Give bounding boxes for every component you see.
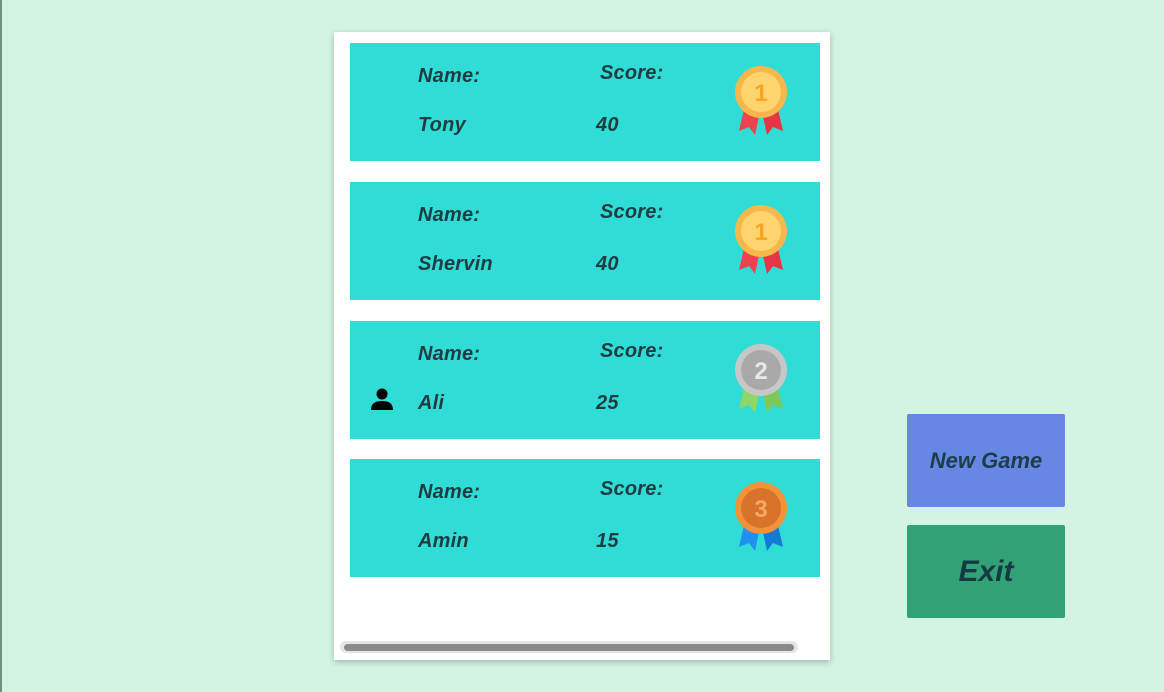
player-name: Shervin (418, 253, 493, 275)
score-label: Score: (600, 478, 664, 500)
leaderboard-entry: Name: Score: Tony 40 1 (350, 43, 820, 161)
player-name: Amin (418, 530, 469, 552)
score-label: Score: (600, 340, 664, 362)
player-name: Tony (418, 114, 466, 136)
svg-text:1: 1 (754, 219, 767, 246)
leaderboard-entry: Name: Score: Ali 25 2 (350, 321, 820, 439)
player-name: Ali (418, 392, 445, 414)
leaderboard-entry: Name: Score: Shervin 40 1 (350, 182, 820, 300)
player-score: 25 (596, 392, 619, 414)
bronze-medal-icon: 3 (735, 482, 787, 551)
leaderboard-entry: Name: Score: Amin 15 3 (350, 459, 820, 577)
leaderboard-panel: Name: Score: Tony 40 1 Name: Score: Sher… (334, 32, 830, 660)
silver-medal-icon: 2 (735, 344, 787, 413)
exit-button[interactable]: Exit (907, 525, 1065, 618)
gold-medal-icon: 1 (735, 205, 787, 274)
svg-text:3: 3 (754, 496, 767, 523)
score-label: Score: (600, 201, 664, 223)
horizontal-scrollbar[interactable] (340, 641, 798, 653)
scrollbar-thumb[interactable] (344, 644, 794, 651)
user-icon (371, 388, 393, 410)
name-label: Name: (418, 481, 481, 503)
svg-text:1: 1 (754, 80, 767, 107)
name-label: Name: (418, 204, 481, 226)
name-label: Name: (418, 65, 481, 87)
gold-medal-icon: 1 (735, 66, 787, 135)
player-score: 15 (596, 530, 619, 552)
svg-text:2: 2 (754, 358, 767, 385)
player-score: 40 (596, 253, 619, 275)
player-score: 40 (596, 114, 619, 136)
name-label: Name: (418, 343, 481, 365)
new-game-button[interactable]: New Game (907, 414, 1065, 507)
score-label: Score: (600, 62, 664, 84)
window-edge (0, 0, 2, 692)
